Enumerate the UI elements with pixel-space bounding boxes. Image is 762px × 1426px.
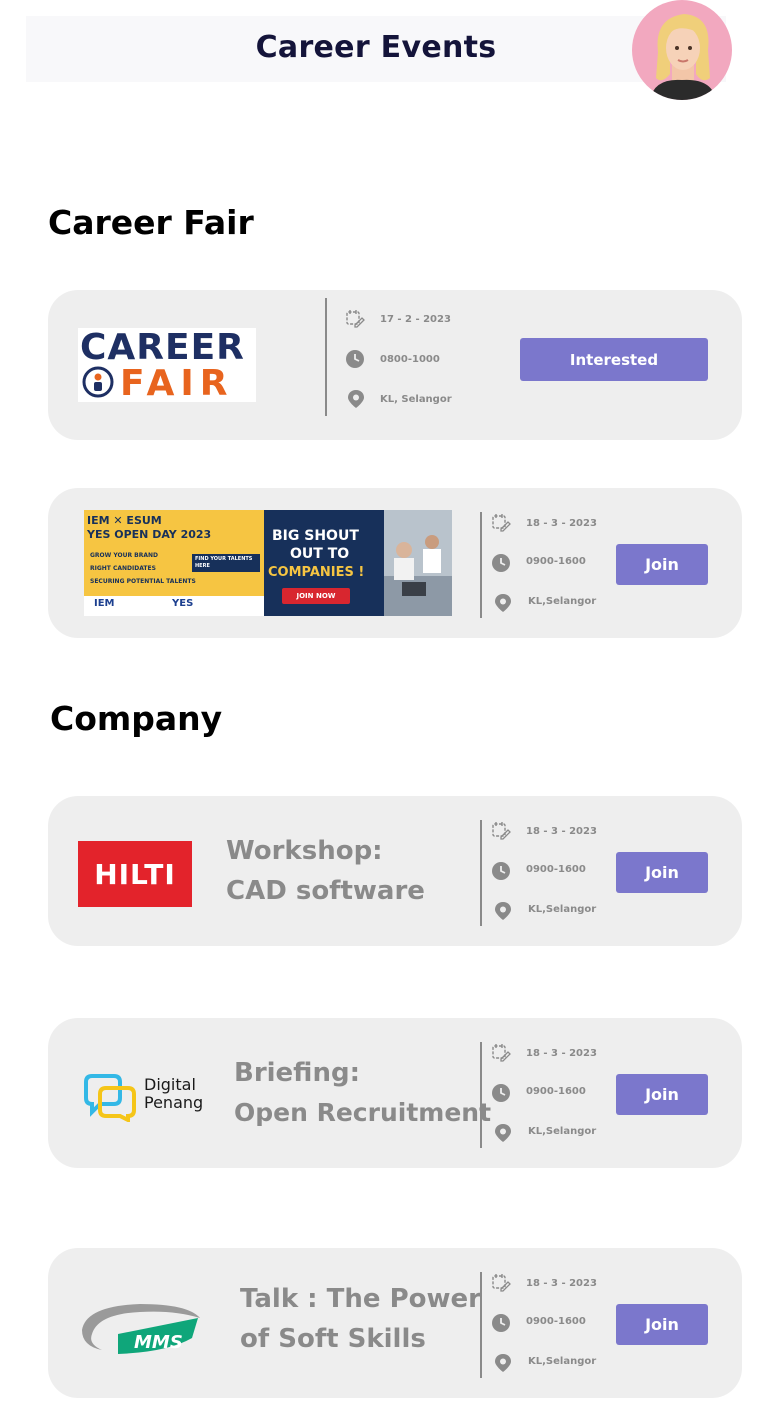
svg-text:MMS: MMS: [134, 1332, 183, 1353]
event-time: 0900-1600: [526, 1086, 586, 1097]
join-button[interactable]: Join: [616, 852, 708, 893]
location-pin-icon: [495, 1354, 511, 1372]
open-day-card[interactable]: IEM ✕ ESUM YES OPEN DAY 2023 GROW YOUR B…: [48, 488, 742, 638]
calendar-edit-icon: [492, 514, 511, 532]
avatar[interactable]: [632, 0, 732, 100]
company-card-mms[interactable]: MMS Talk : The Power of Soft Skills 18 -…: [48, 1248, 742, 1398]
clock-icon: [346, 350, 364, 368]
open-day-banner[interactable]: IEM ✕ ESUM YES OPEN DAY 2023 GROW YOUR B…: [84, 510, 452, 616]
location-pin-icon: [495, 594, 511, 612]
banner-shout2: OUT TO: [290, 546, 350, 562]
person-icon: [82, 366, 114, 398]
header-bar: Career Events: [26, 16, 726, 82]
card-divider: [480, 820, 482, 926]
event-title-line1: Briefing:: [234, 1058, 360, 1088]
banner-bullet: SECURING POTENTIAL TALENTS: [90, 578, 196, 585]
location-pin-icon: [495, 902, 511, 920]
digital-penang-logo: Digital Penang: [84, 1068, 209, 1122]
card-divider: [325, 298, 327, 416]
page-title: Career Events: [255, 30, 497, 65]
event-title-line1: Workshop:: [226, 836, 383, 866]
clock-icon: [492, 554, 510, 572]
hilti-logo: HILTI: [78, 841, 192, 907]
card-divider: [480, 512, 482, 618]
interested-button[interactable]: Interested: [520, 338, 708, 381]
event-date: 17 - 2 - 2023: [380, 314, 451, 325]
event-time: 0900-1600: [526, 1316, 586, 1327]
event-title-line2: of Soft Skills: [240, 1324, 426, 1354]
location-pin-icon: [495, 1124, 511, 1142]
calendar-edit-icon: [492, 822, 511, 840]
company-card-digital-penang[interactable]: Digital Penang Briefing: Open Recruitmen…: [48, 1018, 742, 1168]
event-time: 0900-1600: [526, 556, 586, 567]
event-location: KL,Selangor: [528, 596, 597, 607]
banner-line1: IEM ✕ ESUM: [87, 514, 162, 527]
event-location: KL, Selangor: [380, 394, 452, 405]
company-card-hilti[interactable]: HILTI Workshop: CAD software 18 - 3 - 20…: [48, 796, 742, 946]
card-divider: [480, 1272, 482, 1378]
clock-icon: [492, 862, 510, 880]
calendar-edit-icon: [346, 310, 365, 328]
event-date: 18 - 3 - 2023: [526, 1278, 597, 1289]
digital-penang-mark-icon: [84, 1074, 136, 1122]
banner-shout3: COMPANIES !: [268, 565, 365, 580]
banner-line2: YES OPEN DAY 2023: [87, 528, 212, 541]
event-location: KL,Selangor: [528, 1356, 597, 1367]
section-title-career-fair: Career Fair: [48, 203, 254, 242]
event-location: KL,Selangor: [528, 904, 597, 915]
event-time: 0900-1600: [526, 864, 586, 875]
banner-org-yes: YES: [172, 598, 194, 609]
clock-icon: [492, 1084, 510, 1102]
banner-tag: FIND YOUR TALENTS HERE: [192, 554, 260, 572]
clock-icon: [492, 1314, 510, 1332]
mms-logo: MMS: [78, 1300, 204, 1358]
calendar-edit-icon: [492, 1044, 511, 1062]
location-pin-icon: [348, 390, 364, 408]
banner-join-now: JOIN NOW: [282, 588, 350, 604]
career-fair-logo: CAREER FAIR: [78, 328, 256, 404]
event-title-line2: CAD software: [226, 876, 425, 906]
section-title-company: Company: [50, 699, 223, 738]
card-divider: [480, 1042, 482, 1148]
event-date: 18 - 3 - 2023: [526, 518, 597, 529]
mms-swoosh-icon: MMS: [82, 1304, 200, 1354]
join-button[interactable]: Join: [616, 1074, 708, 1115]
banner-shout1: BIG SHOUT: [272, 528, 359, 544]
banner-bullet: GROW YOUR BRAND: [90, 552, 159, 559]
join-button[interactable]: Join: [616, 1304, 708, 1345]
calendar-edit-icon: [492, 1274, 511, 1292]
banner-org-iem: IEM: [94, 598, 115, 609]
event-date: 18 - 3 - 2023: [526, 1048, 597, 1059]
join-button[interactable]: Join: [616, 544, 708, 585]
event-title-line2: Open Recruitment: [234, 1098, 492, 1127]
event-date: 18 - 3 - 2023: [526, 826, 597, 837]
event-title-line1: Talk : The Power: [240, 1284, 481, 1314]
people-photo-icon: [384, 535, 452, 616]
avatar-illustration: [650, 14, 716, 100]
event-time: 0800-1000: [380, 354, 440, 365]
career-fair-card[interactable]: CAREER FAIR 17 - 2 - 2023 0800-1000 KL, …: [48, 290, 742, 440]
event-location: KL,Selangor: [528, 1126, 597, 1137]
banner-bullet: RIGHT CANDIDATES: [90, 565, 156, 572]
